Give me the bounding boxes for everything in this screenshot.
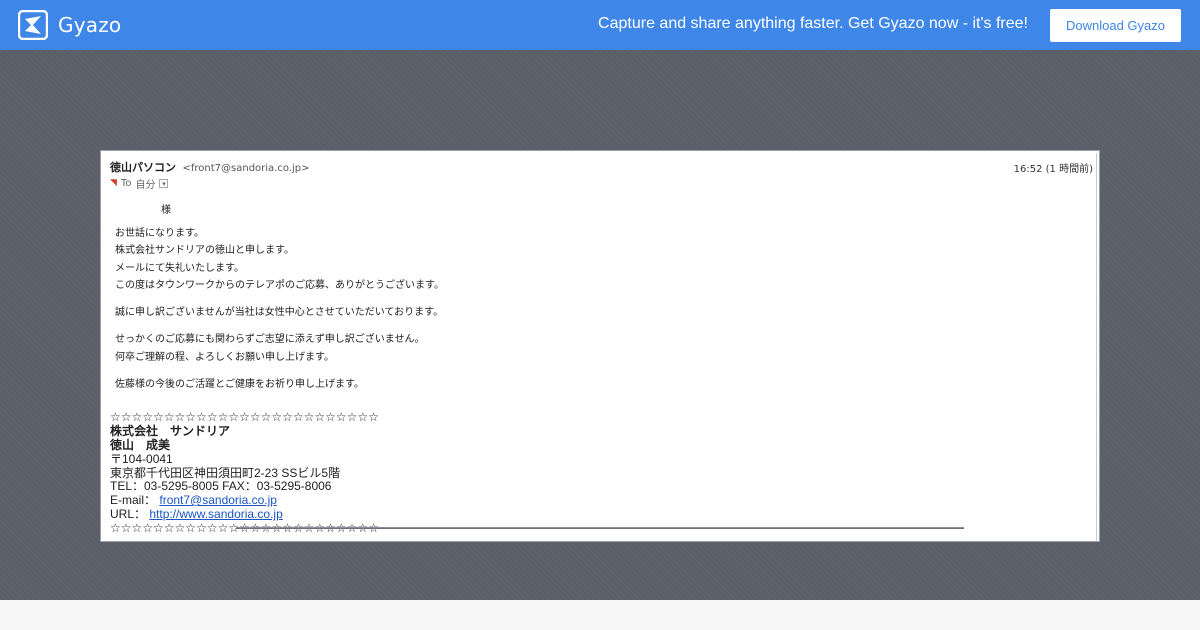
email-paragraph: せっかくのご応募にも関わらずご志望に添えず申し訳ございません。 何卒ご理解の程、よ…: [115, 331, 1093, 366]
image-stage: 徳山パソコン <front7@sandoria.co.jp> 16:52 (1 …: [0, 50, 1200, 600]
signature-address: 東京都千代田区神田須田町2-23 SSビル5階: [110, 465, 341, 480]
signature-email-row: E-mail： front7@sandoria.co.jp: [110, 493, 1093, 508]
signature-person: 徳山 成美: [110, 437, 171, 452]
divider: [236, 527, 964, 529]
email-line: 誠に申し訳ございませんが当社は女性中心とさせていただいております。: [115, 307, 444, 319]
signature-company: 株式会社 サンドリア: [110, 424, 231, 439]
email-paragraph: 誠に申し訳ございませんが当社は女性中心とさせていただいております。: [115, 304, 1093, 321]
sender-address: <front7@sandoria.co.jp>: [182, 163, 310, 174]
to-value: 自分: [135, 179, 156, 191]
signature-postal: 〒104-0041: [110, 451, 173, 466]
email-line: せっかくのご応募にも関わらずご志望に添えず申し訳ございません。: [115, 334, 425, 346]
email-paragraph: お世話になります。株式会社サンドリアの徳山と申します。 メールにて失礼いたします。…: [115, 225, 1093, 294]
email-line: この度はタウンワークからのテレアポのご応募、ありがとうございます。: [115, 279, 444, 291]
top-bar: Gyazo Capture and share anything faster.…: [0, 0, 1200, 50]
email-view: 徳山パソコン <front7@sandoria.co.jp> 16:52 (1 …: [110, 159, 1093, 536]
email-line: 株式会社サンドリアの徳山と申します。: [115, 245, 294, 257]
image-edge: [1096, 153, 1098, 541]
gyazo-logo-icon: [18, 10, 48, 40]
brand-name: Gyazo: [58, 13, 122, 37]
salutation: 様: [161, 205, 171, 216]
signature-block: ☆☆☆☆☆☆☆☆☆☆☆☆☆☆☆☆☆☆☆☆☆☆☆☆☆ 株式会社 サンドリア 徳山 …: [110, 411, 1093, 535]
download-gyazo-button[interactable]: Download Gyazo: [1050, 9, 1181, 42]
email-line: お世話になります。: [115, 228, 204, 239]
gyazo-logo[interactable]: Gyazo: [18, 10, 121, 40]
chevron-down-icon: ▾: [159, 178, 169, 188]
email-line: メールにて失礼いたします。: [115, 262, 244, 274]
signature-email-link[interactable]: front7@sandoria.co.jp: [159, 493, 277, 507]
signature-email-label: E-mail：: [110, 493, 157, 508]
signature-url-label: URL：: [110, 506, 147, 521]
email-line: 何卒ご理解の程、よろしくお願い申し上げます。: [115, 351, 334, 363]
signature-url-link[interactable]: http://www.sandoria.co.jp: [149, 507, 282, 521]
signature-phone: TEL：03-5295-8005 FAX：03-5295-8006: [110, 479, 332, 494]
email-header: 徳山パソコン <front7@sandoria.co.jp> 16:52 (1 …: [110, 159, 1093, 175]
captured-image[interactable]: 徳山パソコン <front7@sandoria.co.jp> 16:52 (1 …: [100, 150, 1100, 542]
email-paragraphs: お世話になります。株式会社サンドリアの徳山と申します。 メールにて失礼いたします。…: [115, 225, 1093, 393]
sender-name: 徳山パソコン: [110, 161, 176, 174]
email-body: 様 お世話になります。株式会社サンドリアの徳山と申します。 メールにて失礼いたしま…: [110, 201, 1093, 393]
email-paragraph: 佐藤様の今後のご活躍とご健康をお祈り申し上げます。: [115, 376, 1093, 393]
email-time: 16:52 (1 時間前): [1013, 164, 1093, 175]
signature-stars-top: ☆☆☆☆☆☆☆☆☆☆☆☆☆☆☆☆☆☆☆☆☆☆☆☆☆: [110, 410, 379, 425]
promo-text: Capture and share anything faster. Get G…: [598, 15, 1028, 32]
footer: [0, 600, 1200, 630]
recipient-row: ◥ To 自分 ▾: [110, 175, 1093, 191]
to-label: To: [120, 177, 132, 189]
importance-marker-icon: ◥: [110, 178, 117, 188]
signature-url-row: URL： http://www.sandoria.co.jp: [110, 506, 1093, 522]
email-line: 佐藤様の今後のご活躍とご健康をお祈り申し上げます。: [115, 379, 364, 391]
